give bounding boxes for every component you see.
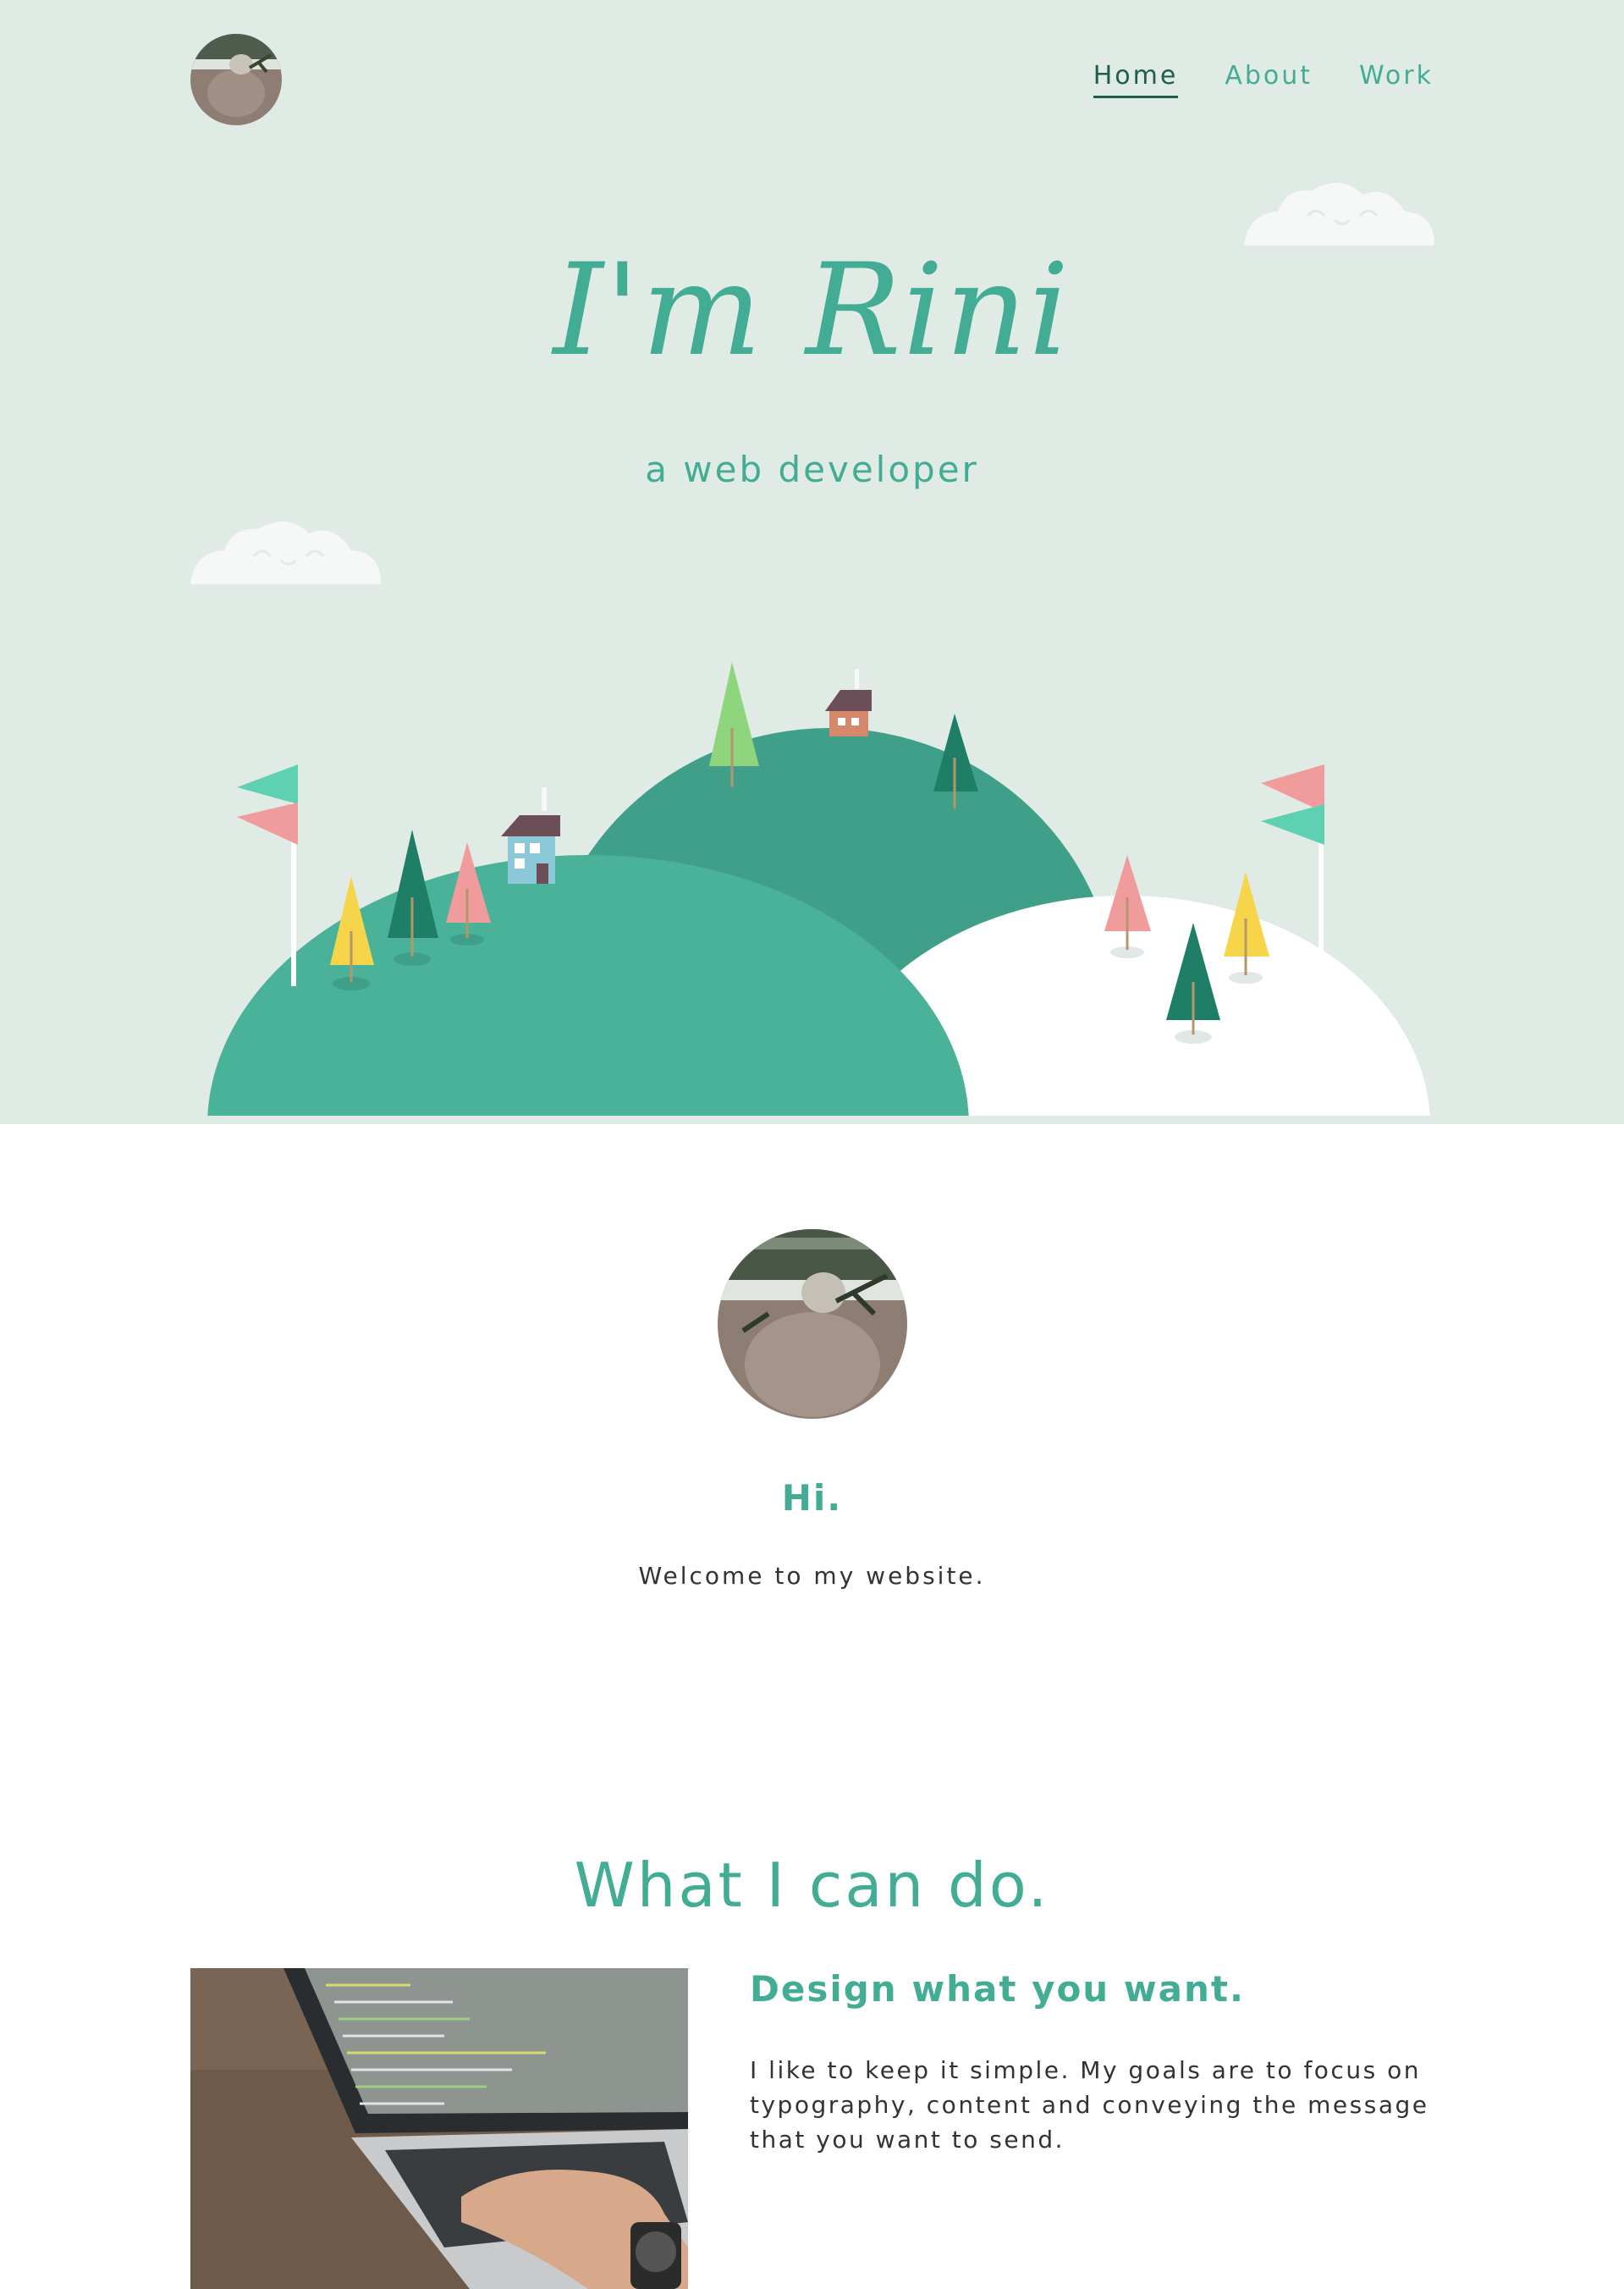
avatar-photo: [190, 34, 282, 125]
nav-about[interactable]: About: [1225, 61, 1313, 98]
cloud-icon: [190, 521, 381, 584]
profile-photo-image: [718, 1229, 907, 1419]
house-icon: [825, 669, 872, 736]
laptop-photo: [190, 1968, 688, 2289]
profile-photo: [718, 1229, 907, 1419]
house-icon: [501, 787, 560, 884]
cloud-icon: [1244, 183, 1434, 245]
landscape-illustration: [0, 183, 1624, 1124]
hero-title: I'm Rini: [553, 237, 1071, 384]
nav-work[interactable]: Work: [1359, 61, 1434, 98]
service-heading: Design what you want.: [750, 1968, 1245, 2010]
logo-avatar[interactable]: [190, 34, 282, 125]
services-title: What I can do.: [574, 1850, 1050, 1921]
welcome-text: Welcome to my website.: [638, 1562, 986, 1590]
laptop-image: [190, 1968, 688, 2289]
greeting-heading: Hi.: [781, 1477, 843, 1519]
hero-subtitle: a web developer: [645, 449, 979, 490]
main-nav: Home About Work: [1093, 61, 1434, 98]
hero-section: Home About Work I'm Rini a web developer: [0, 0, 1624, 1124]
service-description: I like to keep it simple. My goals are t…: [750, 2056, 1429, 2154]
flag-icon: [237, 764, 298, 986]
nav-home[interactable]: Home: [1093, 61, 1179, 98]
